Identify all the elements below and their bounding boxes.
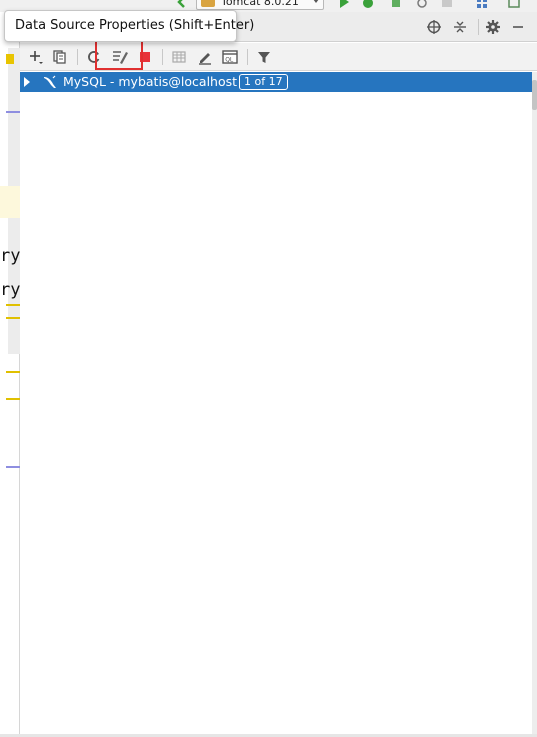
tooltip: Data Source Properties (Shift+Enter) (4, 10, 254, 42)
table-editor-button[interactable] (168, 46, 190, 68)
table-icon (172, 51, 186, 63)
add-icon (30, 51, 43, 64)
mysql-icon (44, 75, 56, 88)
line-highlight (0, 186, 20, 218)
duplicate-icon (53, 50, 66, 64)
toolbar-separator (77, 49, 78, 65)
tree-row-datasource[interactable]: MySQL - mybatis@localhost 1 of 17 (20, 72, 532, 92)
run-configuration-select[interactable]: Tomcat 8.0.21 (196, 0, 324, 10)
header-separator (478, 19, 479, 35)
edit-source-button[interactable] (194, 46, 216, 68)
gutter-mark (6, 317, 20, 319)
toolbar-separator (162, 49, 163, 65)
filter-button[interactable] (253, 46, 275, 68)
console-icon: QL (222, 50, 238, 64)
editor-line: ry (0, 280, 21, 300)
vertical-scrollbar[interactable] (532, 72, 537, 737)
attach-icon[interactable] (416, 0, 428, 8)
collapse-all-button[interactable] (450, 17, 470, 37)
bookmark-marker (6, 54, 14, 64)
run-icon[interactable] (338, 0, 350, 8)
gutter-mark (6, 304, 20, 306)
target-icon (427, 20, 441, 34)
settings-button[interactable] (483, 17, 503, 37)
minimize-icon (513, 26, 523, 28)
editor-line: ry (0, 246, 21, 266)
collapse-all-icon (454, 21, 466, 33)
console-button[interactable]: QL (219, 46, 241, 68)
filter-icon (258, 52, 270, 63)
toolbar-separator (247, 49, 248, 65)
add-button[interactable] (25, 46, 47, 68)
hide-button[interactable] (508, 17, 528, 37)
coverage-icon[interactable] (390, 0, 402, 8)
run-configuration-label: Tomcat 8.0.21 (221, 0, 299, 8)
tomcat-icon (201, 0, 215, 7)
chevron-down-icon (313, 0, 319, 3)
debug-icon[interactable] (362, 0, 374, 8)
tree-row-label: MySQL - mybatis@localhost (63, 74, 238, 89)
gutter-mark (6, 111, 20, 113)
database-tool-window: QL MySQL - mybatis@localhost 1 of 17 (20, 12, 537, 737)
editor-fragment: ry ry (0, 12, 20, 737)
stop-run-icon[interactable] (441, 0, 453, 8)
scrollbar-thumb[interactable] (532, 80, 537, 110)
expand-arrow-icon[interactable] (24, 77, 30, 87)
scroll-from-source-button[interactable] (424, 17, 444, 37)
project-structure-icon[interactable] (508, 0, 520, 8)
edit-icon (199, 53, 211, 65)
svg-text:QL: QL (225, 57, 234, 64)
back-arrow-icon[interactable] (176, 0, 188, 8)
gutter-mark (6, 398, 20, 400)
gutter-mark (6, 371, 20, 373)
schema-count-badge[interactable]: 1 of 17 (239, 74, 288, 90)
gutter-mark (6, 466, 20, 468)
gear-icon (486, 20, 500, 34)
highlight-annotation-box (95, 40, 143, 70)
structure-icon[interactable] (476, 0, 488, 8)
duplicate-button[interactable] (49, 46, 71, 68)
database-tree: MySQL - mybatis@localhost 1 of 17 (20, 72, 532, 737)
